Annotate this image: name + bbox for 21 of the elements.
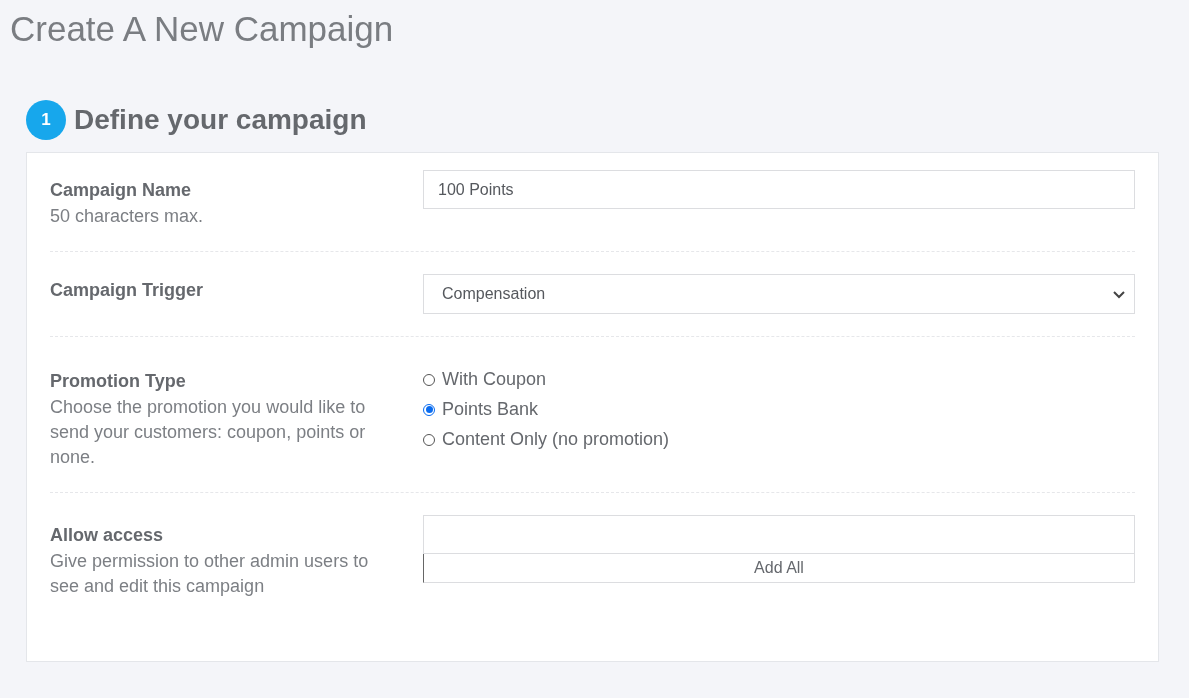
radio-option[interactable]: With Coupon	[423, 369, 1135, 390]
radio-label: Content Only (no promotion)	[442, 429, 670, 450]
radio-label: Points Bank	[442, 399, 539, 420]
page-title: Create A New Campaign	[10, 8, 395, 50]
field-description: 50 characters max.	[50, 205, 205, 228]
field-description: Choose the promotion you would like to send your customers: coupon, points or none.	[50, 396, 367, 469]
section-title: Define your campaign	[74, 104, 367, 136]
field-label: Allow access	[50, 525, 165, 546]
field-label: Promotion Type	[50, 371, 187, 392]
field-label: Campaign Name	[50, 180, 193, 201]
radio-option[interactable]: Points Bank	[423, 399, 1135, 420]
radio-option[interactable]: Content Only (no promotion)	[423, 429, 1135, 450]
chevron-down-icon	[1112, 289, 1126, 299]
add-all-button[interactable]: Add All	[423, 554, 1135, 583]
trigger-select[interactable]: Compensation	[423, 274, 1135, 314]
field-label: Campaign Trigger	[50, 280, 205, 301]
radio-label: With Coupon	[442, 369, 547, 390]
users-field[interactable]	[423, 515, 1135, 554]
field-description: Give permission to other admin users to see and edit this campaign	[50, 550, 370, 598]
step-number: 1	[26, 100, 66, 140]
campaign-name-field[interactable]: 100 Points	[423, 170, 1135, 209]
